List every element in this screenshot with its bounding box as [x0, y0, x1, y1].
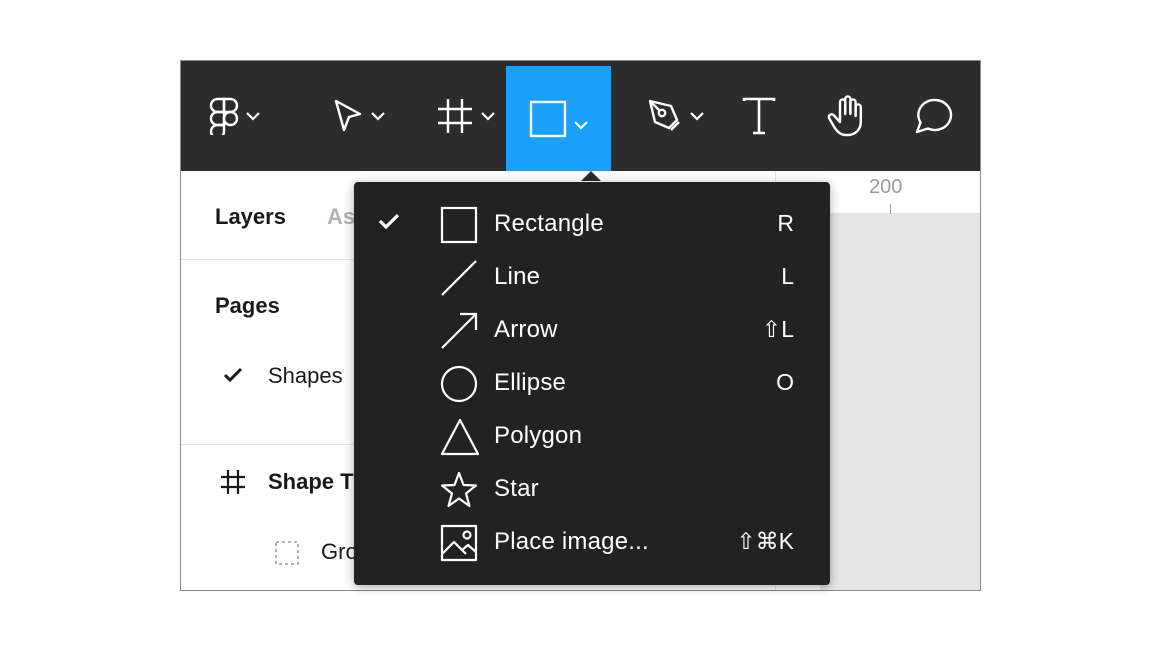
menu-item-shortcut: R: [777, 210, 794, 236]
menu-item-line[interactable]: Line L: [354, 251, 830, 304]
pen-tool-button[interactable]: [636, 61, 716, 171]
menu-item-label: Star: [494, 475, 539, 502]
tab-assets[interactable]: As: [327, 204, 355, 230]
shape-tool-menu: Rectangle R Line L Arrow ⇧L Ellipse O Po…: [354, 182, 830, 585]
chevron-down-icon: [573, 120, 588, 130]
page-item-shapes[interactable]: Shapes: [268, 363, 343, 389]
shape-tool-button[interactable]: [506, 66, 611, 171]
text-tool-button[interactable]: [736, 61, 781, 171]
ruler-tick: [890, 204, 891, 214]
text-t-icon: [742, 97, 775, 135]
ruler-label: 200: [869, 176, 903, 198]
menu-item-shortcut: O: [776, 369, 794, 395]
main-menu-button[interactable]: [195, 61, 275, 171]
chevron-down-icon: [690, 112, 704, 121]
menu-item-ellipse[interactable]: Ellipse O: [354, 357, 830, 410]
frame-hash-icon: [221, 470, 245, 494]
menu-item-label: Ellipse: [494, 369, 567, 396]
hand-tool-button[interactable]: [821, 61, 871, 171]
checkmark-icon: [223, 367, 243, 383]
menu-item-rectangle[interactable]: Rectangle R: [354, 198, 830, 251]
frame-hash-icon: [438, 99, 472, 133]
toolbar: [181, 61, 980, 171]
chevron-down-icon: [371, 112, 385, 121]
menu-item-place-image[interactable]: Place image... ⇧⌘K: [354, 516, 830, 569]
menu-item-label: Arrow: [494, 316, 558, 343]
tab-layers[interactable]: Layers: [215, 204, 286, 230]
rectangle-icon: [440, 206, 478, 244]
menu-item-label: Place image...: [494, 528, 649, 555]
pages-heading: Pages: [215, 293, 280, 318]
menu-item-polygon[interactable]: Polygon: [354, 410, 830, 463]
ellipse-icon: [440, 365, 478, 403]
menu-item-label: Polygon: [494, 422, 583, 449]
pen-nib-icon: [648, 99, 680, 131]
menu-item-shortcut: ⇧⌘K: [736, 528, 794, 554]
cursor-arrow-icon: [334, 99, 362, 132]
comment-bubble-icon: [915, 98, 953, 134]
line-icon: [441, 260, 477, 296]
menu-item-star[interactable]: Star: [354, 463, 830, 516]
menu-item-shortcut: ⇧L: [761, 316, 794, 342]
figma-logo-icon: [209, 97, 239, 135]
hand-icon: [827, 95, 862, 137]
polygon-icon: [440, 418, 480, 456]
comment-tool-button[interactable]: [909, 61, 959, 171]
menu-item-label: Rectangle: [494, 210, 604, 237]
layer-frame[interactable]: Shape T: [268, 469, 354, 495]
group-dashed-icon: [275, 541, 299, 565]
menu-item-shortcut: L: [781, 263, 794, 289]
arrow-icon: [441, 312, 478, 349]
chevron-down-icon: [246, 112, 260, 121]
chevron-down-icon: [481, 112, 495, 121]
menu-item-arrow[interactable]: Arrow ⇧L: [354, 304, 830, 357]
canvas[interactable]: [820, 214, 980, 590]
menu-item-label: Line: [494, 263, 541, 290]
star-icon: [440, 471, 478, 508]
menu-caret: [581, 171, 601, 181]
rectangle-icon: [529, 100, 566, 137]
image-icon: [440, 524, 478, 562]
frame-tool-button[interactable]: [426, 61, 506, 171]
checkmark-icon: [378, 213, 400, 230]
move-tool-button[interactable]: [319, 61, 399, 171]
layer-group[interactable]: Gro: [321, 539, 358, 565]
